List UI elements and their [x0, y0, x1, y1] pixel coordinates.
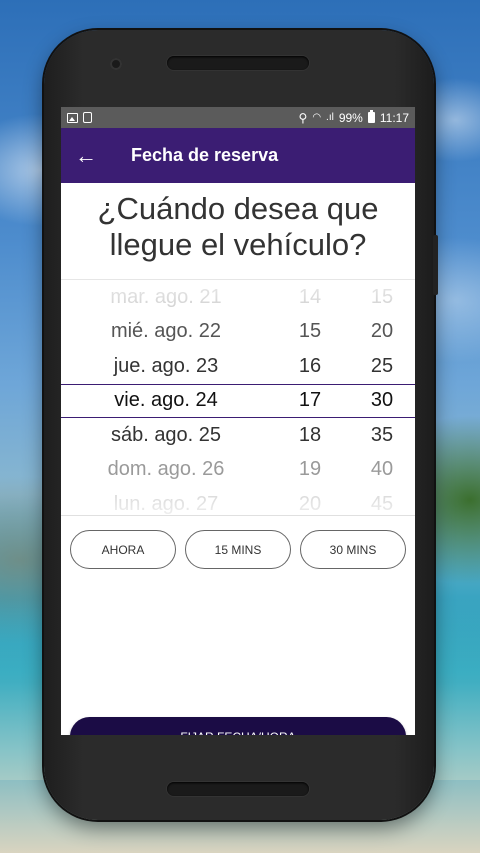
image-notification-icon — [67, 112, 78, 123]
picker-date: sáb. ago. 25 — [110, 423, 222, 446]
app-screen: ⚲ ◠ .ıl 99% 11:17 ← Fecha de reserva ¿Cu… — [61, 107, 415, 735]
quick-select-row: AHORA 15 MINS 30 MINS — [61, 515, 415, 569]
picker-hour: 15 — [298, 320, 322, 343]
picker-date: dom. ago. 26 — [107, 458, 225, 481]
thirty-mins-button[interactable]: 30 MINS — [300, 530, 406, 569]
picker-date: vie. ago. 24 — [114, 389, 218, 412]
app-bar: ← Fecha de reserva — [61, 128, 415, 183]
back-arrow-icon[interactable]: ← — [75, 144, 99, 167]
page-title: Fecha de reserva — [131, 145, 279, 165]
picker-row[interactable]: dom. ago. 26 19 40 — [61, 453, 415, 488]
wifi-icon: ◠ — [312, 112, 322, 123]
picker-date: mar. ago. 21 — [110, 285, 222, 308]
picker-minute: 35 — [370, 423, 394, 446]
picker-minute: 45 — [370, 492, 394, 515]
picker-row[interactable]: mié. ago. 22 15 20 — [61, 315, 415, 350]
date-time-picker[interactable]: mar. ago. 21 14 15 mié. ago. 22 15 20 ju… — [61, 279, 415, 515]
signal-icon: .ıl — [326, 112, 334, 123]
question-heading: ¿Cuándo desea que llegue el vehículo? — [97, 191, 379, 262]
phone-side-button — [433, 235, 438, 295]
picker-row[interactable]: sáb. ago. 25 18 35 — [61, 418, 415, 453]
picker-hour: 20 — [298, 492, 322, 515]
bottom-speaker — [167, 782, 309, 796]
picker-minute: 30 — [370, 389, 394, 412]
picker-row-selected[interactable]: vie. ago. 24 17 30 — [61, 383, 415, 418]
document-notification-icon — [83, 112, 92, 123]
battery-percent: 99% — [338, 110, 363, 125]
picker-hour: 17 — [298, 389, 322, 412]
picker-minute: 40 — [370, 458, 394, 481]
status-bar: ⚲ ◠ .ıl 99% 11:17 — [61, 107, 415, 128]
phone-frame: ⚲ ◠ .ıl 99% 11:17 ← Fecha de reserva ¿Cu… — [44, 30, 438, 820]
location-icon: ⚲ — [298, 110, 308, 125]
set-date-time-button[interactable]: FIJAR FECHA/HORA — [70, 717, 406, 735]
picker-hour: 14 — [298, 285, 322, 308]
picker-minute: 15 — [370, 285, 394, 308]
clock: 11:17 — [379, 110, 409, 125]
now-button[interactable]: AHORA — [70, 530, 176, 569]
picker-row[interactable]: jue. ago. 23 16 25 — [61, 349, 415, 384]
battery-icon — [367, 110, 375, 123]
top-speaker — [167, 56, 309, 70]
picker-date: jue. ago. 23 — [113, 354, 219, 377]
fifteen-mins-button[interactable]: 15 MINS — [185, 530, 291, 569]
picker-hour: 18 — [298, 423, 322, 446]
picker-minute: 20 — [370, 320, 394, 343]
picker-hour: 19 — [298, 458, 322, 481]
front-camera — [110, 58, 122, 70]
picker-date: lun. ago. 27 — [113, 492, 219, 515]
picker-date: mié. ago. 22 — [110, 320, 222, 343]
picker-row[interactable]: mar. ago. 21 14 15 — [61, 280, 415, 315]
picker-hour: 16 — [298, 354, 322, 377]
picker-row[interactable]: lun. ago. 27 20 45 — [61, 487, 415, 522]
picker-minute: 25 — [370, 354, 394, 377]
